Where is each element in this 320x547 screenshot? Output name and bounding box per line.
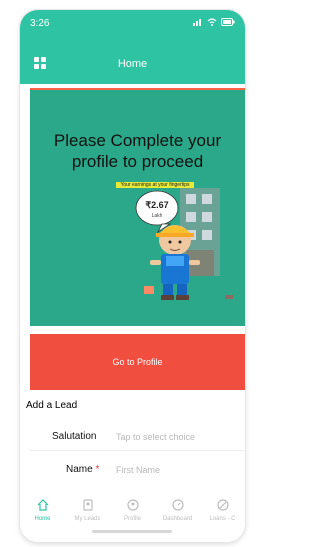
bubble-unit: Lakh (152, 213, 163, 219)
add-lead-heading: Add a Lead (26, 400, 78, 411)
home-icon (37, 499, 48, 511)
loans-icon (216, 499, 229, 511)
app-header: 3:26 Home (20, 10, 245, 84)
salutation-label: Salutation (52, 431, 97, 442)
home-indicator (92, 530, 172, 533)
phone-screen: 3:26 Home Please Complete your profile t… (20, 10, 245, 542)
go-to-profile-button[interactable]: Go to Profile (30, 334, 245, 390)
first-name-input[interactable]: First Name (116, 465, 160, 475)
salutation-select[interactable]: Tap to select choice (116, 432, 195, 442)
tab-my-leads[interactable]: My Leads (65, 498, 110, 522)
name-label: Name * (66, 464, 99, 475)
tab-loans-label: Loans - C (209, 516, 236, 522)
status-icons (193, 18, 235, 29)
tab-dashboard[interactable]: Dashboard (155, 498, 200, 522)
battery-icon (221, 18, 235, 26)
wifi-icon (207, 18, 217, 26)
tab-profile-label: Profile (123, 516, 141, 522)
tab-dashboard-label: Dashboard (162, 516, 193, 522)
construction-illustration: ₹2.67 Lakh (135, 188, 233, 300)
name-label-text: Name (66, 464, 93, 475)
signal-icon (193, 19, 202, 26)
required-marker: * (95, 464, 100, 475)
profile-icon (126, 499, 139, 511)
dashboard-icon (171, 499, 184, 511)
page-title: Home (117, 58, 148, 70)
status-time: 3:26 (30, 18, 50, 29)
profile-banner: Please Complete your profile to proceed … (30, 88, 245, 326)
tab-bar: Home My Leads Profile Dashboard Loans - … (20, 486, 245, 542)
tab-my-leads-label: My Leads (74, 516, 101, 522)
tab-home-label: Home (34, 516, 51, 522)
divider (30, 450, 245, 451)
tab-home[interactable]: Home (20, 498, 65, 522)
tab-profile[interactable]: Profile (110, 498, 155, 522)
leads-icon (82, 499, 93, 511)
status-bar: 3:26 (30, 18, 235, 32)
tab-loans[interactable]: Loans - C (200, 498, 245, 522)
bubble-amount: ₹2.67 (145, 200, 168, 210)
